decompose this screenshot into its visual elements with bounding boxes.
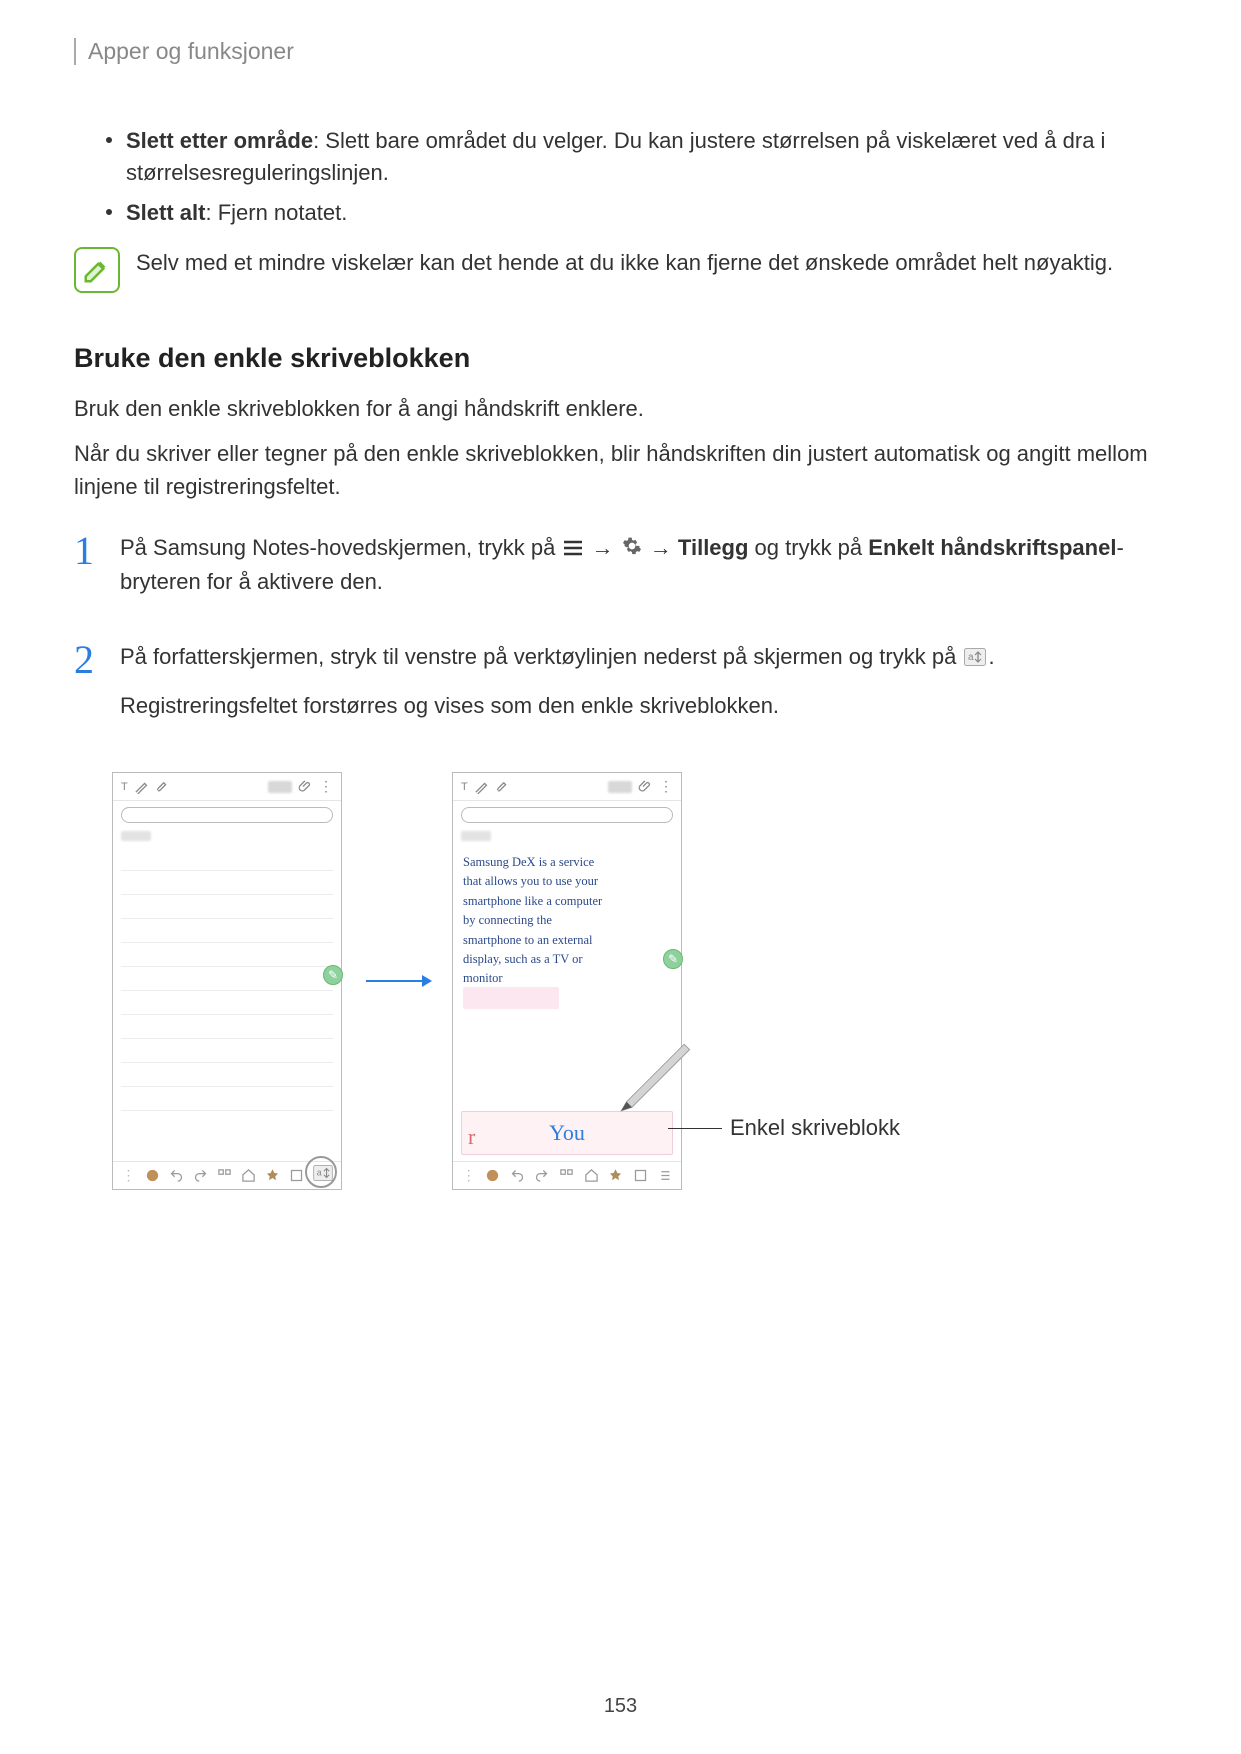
- phone-bottom-toolbar: ⋮ a: [113, 1161, 341, 1189]
- step-body: På forfatterskjermen, stryk til venstre …: [120, 640, 1167, 736]
- bullet-dot-icon: [106, 137, 112, 143]
- checkbox-icon: [289, 1168, 304, 1183]
- arrow-right-icon: [362, 969, 432, 993]
- bullet-title: Slett alt: [126, 200, 205, 225]
- more-icon: ⋮: [122, 1167, 136, 1184]
- selection-highlight: [463, 987, 559, 1009]
- bullet-title: Slett etter område: [126, 128, 313, 153]
- more-icon: ⋮: [319, 778, 333, 795]
- category-chip: [461, 807, 673, 823]
- bullet-item: Slett etter område: Slett bare området d…: [106, 125, 1167, 189]
- easypad-icon: a: [964, 642, 986, 675]
- undo-icon: [169, 1168, 184, 1183]
- list-icon: [657, 1168, 672, 1183]
- scroll-handle-icon: ✎: [663, 949, 683, 969]
- screenshot-before: T ⋮ ✎ ⋮: [112, 772, 342, 1190]
- easy-writing-pad: r You: [461, 1111, 673, 1155]
- bullet-text: : Fjern notatet.: [205, 200, 347, 225]
- step-body: På Samsung Notes-hovedskjermen, trykk på…: [120, 531, 1167, 613]
- home-icon: [241, 1168, 256, 1183]
- note-block: Selv med et mindre viskelær kan det hend…: [74, 247, 1167, 293]
- scroll-handle-icon: ✎: [323, 965, 343, 985]
- brush-tool-icon: [155, 779, 170, 794]
- phone-toolbar: T ⋮: [453, 773, 681, 801]
- section-paragraph: Bruk den enkle skriveblokken for å angi …: [74, 392, 1167, 425]
- pin-icon: [608, 1168, 623, 1183]
- attach-icon: [638, 779, 653, 794]
- pin-icon: [265, 1168, 280, 1183]
- palette-icon: [485, 1168, 500, 1183]
- breadcrumb: Apper og funksjoner: [74, 38, 1167, 65]
- bullet-item: Slett alt: Fjern notatet.: [106, 197, 1167, 229]
- step: 1 På Samsung Notes-hovedskjermen, trykk …: [74, 531, 1167, 613]
- category-chip: [121, 807, 333, 823]
- palette-icon: [145, 1168, 160, 1183]
- note-content: Samsung DeX is a service that allows you…: [453, 847, 681, 1161]
- handwriting-text: Samsung DeX is a service that allows you…: [461, 849, 673, 993]
- title-placeholder: [461, 831, 491, 841]
- more-icon: ⋮: [462, 1167, 476, 1184]
- brush-tool-icon: [495, 779, 510, 794]
- attach-icon: [298, 779, 313, 794]
- pen-tool-icon: [474, 779, 489, 794]
- step: 2 På forfatterskjermen, stryk til venstr…: [74, 640, 1167, 736]
- note-lines: ✎: [113, 847, 341, 1161]
- bullet-dot-icon: [106, 209, 112, 215]
- grid-icon: [559, 1168, 574, 1183]
- gear-icon: [622, 532, 642, 565]
- pen-tool-icon: [134, 779, 149, 794]
- section-heading: Bruke den enkle skriveblokken: [74, 343, 1167, 374]
- blurred-label: [608, 781, 632, 793]
- svg-text:a: a: [968, 652, 974, 663]
- phone-toolbar: T ⋮: [113, 773, 341, 801]
- step-number: 1: [74, 531, 102, 613]
- blurred-label: [268, 781, 292, 793]
- note-text: Selv med et mindre viskelær kan det hend…: [136, 247, 1167, 279]
- more-icon: ⋮: [659, 778, 673, 795]
- breadcrumb-text: Apper og funksjoner: [88, 38, 294, 64]
- undo-icon: [510, 1168, 525, 1183]
- easypad-text: You: [549, 1120, 585, 1146]
- page-number: 153: [0, 1695, 1241, 1718]
- figure: T ⋮ ✎ ⋮: [74, 772, 1167, 1190]
- title-placeholder: [121, 831, 151, 841]
- menu-icon: [563, 532, 583, 565]
- section-paragraph: Når du skriver eller tegner på den enkle…: [74, 437, 1167, 503]
- callout-line: [668, 1128, 722, 1129]
- grid-icon: [217, 1168, 232, 1183]
- home-icon: [584, 1168, 599, 1183]
- step-number: 2: [74, 640, 102, 736]
- text-tool-icon: T: [121, 781, 128, 793]
- handwriting-char: r: [468, 1124, 475, 1150]
- text-tool-icon: T: [461, 781, 468, 793]
- callout-label: Enkel skriveblokk: [730, 1115, 900, 1141]
- checkbox-icon: [633, 1168, 648, 1183]
- note-icon: [74, 247, 120, 293]
- redo-icon: [193, 1168, 208, 1183]
- screenshot-after: T ⋮ Samsung DeX is a service that allows…: [452, 772, 682, 1190]
- phone-bottom-toolbar: ⋮: [453, 1161, 681, 1189]
- redo-icon: [534, 1168, 549, 1183]
- highlight-circle: [305, 1156, 337, 1188]
- bullet-list: Slett etter område: Slett bare området d…: [106, 125, 1167, 229]
